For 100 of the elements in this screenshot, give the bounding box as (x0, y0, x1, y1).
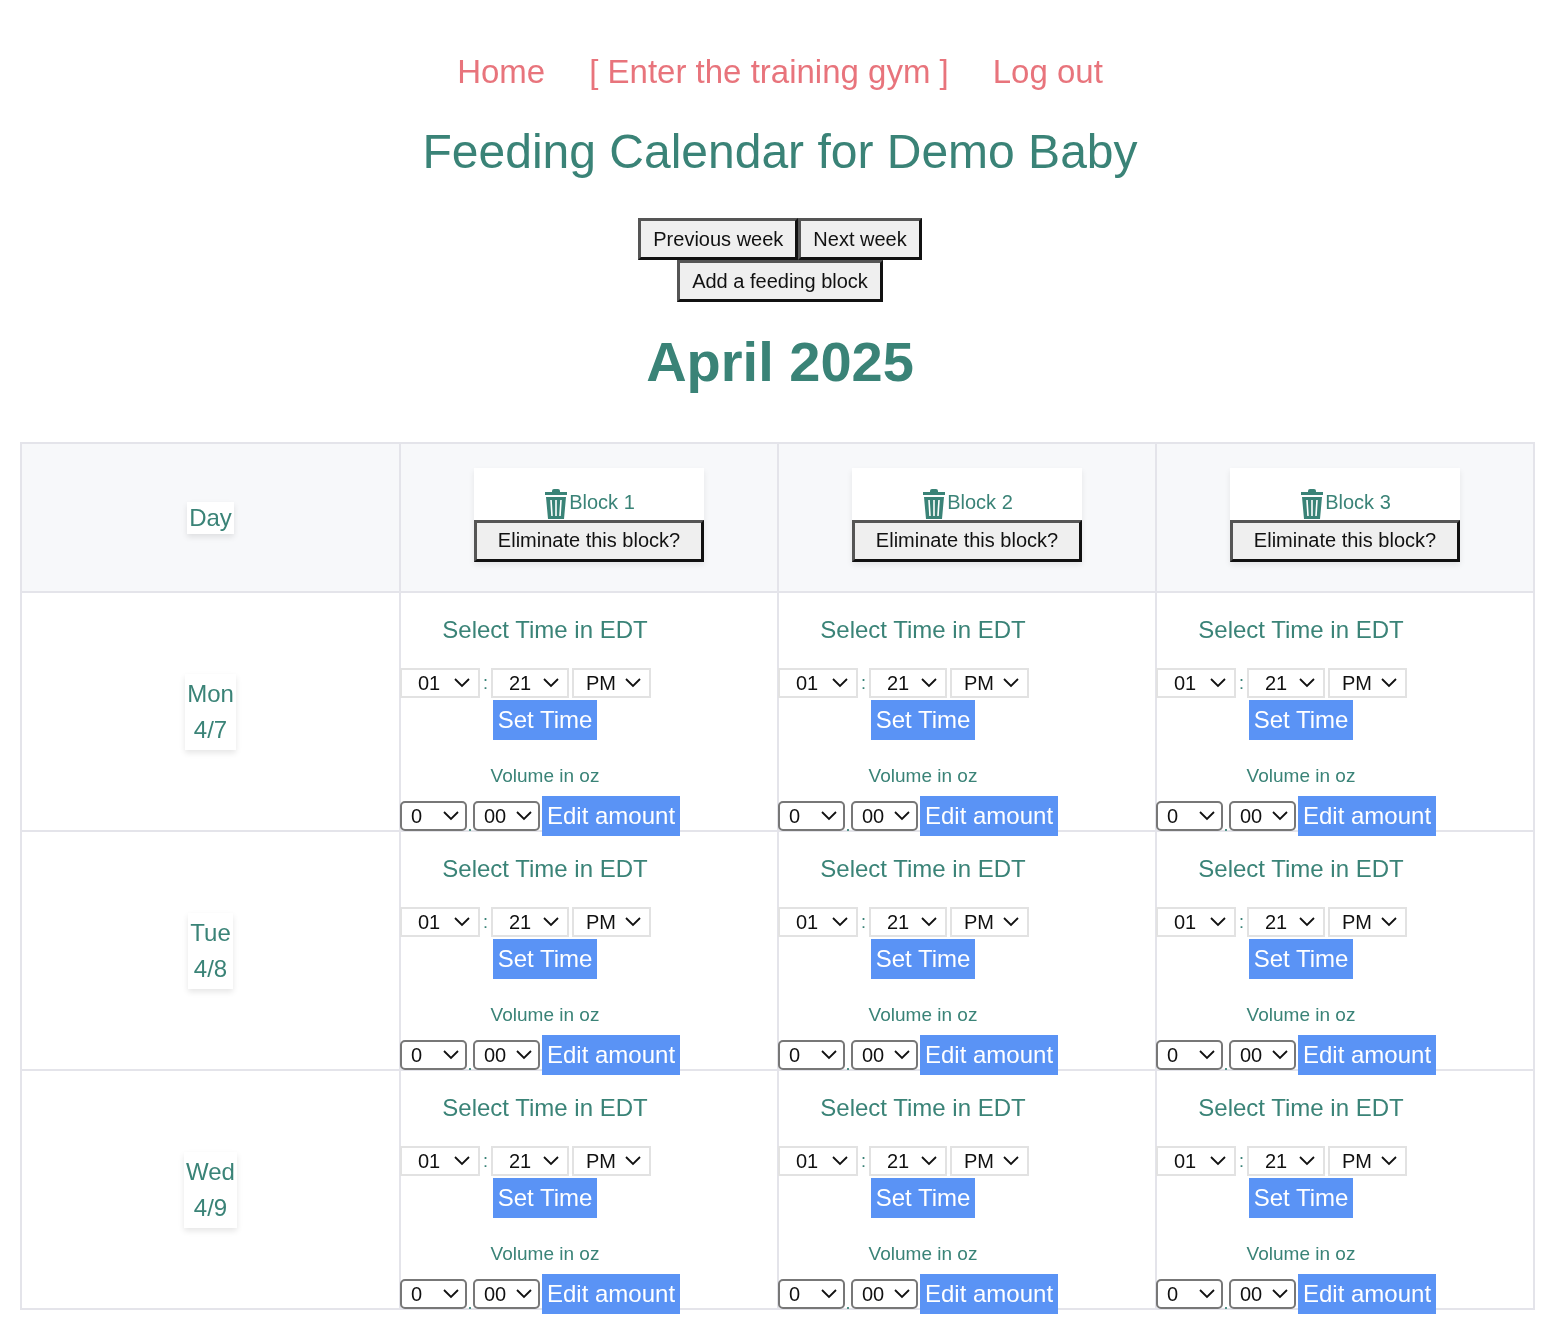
eliminate-block-button[interactable]: Eliminate this block? (1230, 519, 1460, 562)
meridiem-select[interactable]: PM (1328, 668, 1407, 698)
eliminate-block-button[interactable]: Eliminate this block? (852, 519, 1082, 562)
chevron-icon (1003, 1156, 1019, 1166)
hour-select[interactable]: 01 (778, 1146, 858, 1176)
fraction-select[interactable]: 00 (473, 801, 540, 831)
meridiem-select[interactable]: PM (572, 1146, 651, 1176)
time-label: Select Time in EDT (1197, 1093, 1405, 1123)
time-separator: : (860, 672, 867, 694)
day-header: Day (187, 501, 234, 534)
hour-select[interactable]: 01 (1156, 907, 1236, 937)
trash-icon[interactable] (1299, 487, 1326, 520)
chevron-icon (516, 1289, 532, 1299)
fraction-select[interactable]: 00 (851, 1040, 918, 1070)
minute-select[interactable]: 21 (1247, 1146, 1325, 1176)
trash-icon[interactable] (543, 487, 570, 520)
add-block-button[interactable]: Add a feeding block (677, 260, 883, 302)
hour-select[interactable]: 01 (778, 668, 858, 698)
chevron-icon (625, 917, 641, 927)
day-label: Wed 4/9 (184, 1151, 237, 1228)
chevron-icon (821, 1289, 837, 1299)
volume-separator: . (467, 815, 473, 836)
eliminate-block-button[interactable]: Eliminate this block? (474, 519, 704, 562)
chevron-icon (443, 811, 459, 821)
time-label: Select Time in EDT (819, 1093, 1027, 1123)
minute-select[interactable]: 21 (491, 1146, 569, 1176)
meridiem-select[interactable]: PM (950, 907, 1029, 937)
time-separator: : (1238, 672, 1245, 694)
volume-label: Volume in oz (867, 1003, 979, 1027)
chevron-icon (1381, 1156, 1397, 1166)
fraction-select[interactable]: 00 (851, 1279, 918, 1309)
chevron-icon (543, 678, 559, 688)
week-button[interactable]: Previous week (638, 218, 799, 260)
hour-select[interactable]: 01 (778, 907, 858, 937)
ounce-select[interactable]: 0 (1156, 1040, 1223, 1070)
volume-label: Volume in oz (1245, 1003, 1357, 1027)
trash-icon[interactable] (921, 487, 948, 520)
hour-select[interactable]: 01 (400, 907, 480, 937)
minute-select[interactable]: 21 (1247, 907, 1325, 937)
meridiem-select[interactable]: PM (950, 668, 1029, 698)
chevron-icon (454, 1156, 470, 1166)
page-title: Feeding Calendar for Demo Baby (422, 124, 1138, 180)
volume-label: Volume in oz (489, 764, 601, 788)
minute-select[interactable]: 21 (869, 668, 947, 698)
day-label: Tue 4/8 (188, 912, 233, 989)
hour-select[interactable]: 01 (1156, 668, 1236, 698)
time-label: Select Time in EDT (441, 854, 649, 884)
chevron-icon (1381, 678, 1397, 688)
meridiem-select[interactable]: PM (572, 668, 651, 698)
meridiem-select[interactable]: PM (950, 1146, 1029, 1176)
time-separator: : (860, 911, 867, 933)
minute-select[interactable]: 21 (1247, 668, 1325, 698)
chevron-icon (543, 917, 559, 927)
fraction-select[interactable]: 00 (473, 1040, 540, 1070)
ounce-select[interactable]: 0 (1156, 801, 1223, 831)
volume-separator: . (467, 1293, 473, 1314)
fraction-select[interactable]: 00 (473, 1279, 540, 1309)
chevron-icon (1210, 678, 1226, 688)
fraction-select[interactable]: 00 (1229, 1279, 1296, 1309)
ounce-select[interactable]: 0 (400, 1040, 467, 1070)
chevron-icon (443, 1050, 459, 1060)
meridiem-select[interactable]: PM (572, 907, 651, 937)
fraction-select[interactable]: 00 (851, 801, 918, 831)
chevron-icon (821, 811, 837, 821)
chevron-icon (832, 678, 848, 688)
fraction-select[interactable]: 00 (1229, 801, 1296, 831)
meridiem-select[interactable]: PM (1328, 1146, 1407, 1176)
volume-label: Volume in oz (867, 764, 979, 788)
chevron-icon (832, 917, 848, 927)
minute-select[interactable]: 21 (491, 907, 569, 937)
chevron-icon (921, 1156, 937, 1166)
minute-select[interactable]: 21 (491, 668, 569, 698)
minute-select[interactable]: 21 (869, 1146, 947, 1176)
chevron-icon (832, 1156, 848, 1166)
time-label: Select Time in EDT (1197, 854, 1405, 884)
hour-select[interactable]: 01 (400, 668, 480, 698)
chevron-icon (1210, 917, 1226, 927)
volume-separator: . (845, 1293, 851, 1314)
volume-separator: . (1223, 815, 1229, 836)
chevron-icon (625, 678, 641, 688)
meridiem-select[interactable]: PM (1328, 907, 1407, 937)
volume-separator: . (467, 1054, 473, 1075)
hour-select[interactable]: 01 (1156, 1146, 1236, 1176)
time-separator: : (482, 1150, 489, 1172)
time-separator: : (1238, 1150, 1245, 1172)
ounce-select[interactable]: 0 (778, 1279, 845, 1309)
week-button[interactable]: Next week (798, 218, 922, 260)
ounce-select[interactable]: 0 (400, 801, 467, 831)
ounce-select[interactable]: 0 (400, 1279, 467, 1309)
ounce-select[interactable]: 0 (1156, 1279, 1223, 1309)
ounce-select[interactable]: 0 (778, 1040, 845, 1070)
hour-select[interactable]: 01 (400, 1146, 480, 1176)
minute-select[interactable]: 21 (869, 907, 947, 937)
chevron-icon (543, 1156, 559, 1166)
chevron-icon (1199, 1289, 1215, 1299)
block-label: Block 3 (1325, 490, 1391, 514)
fraction-select[interactable]: 00 (1229, 1040, 1296, 1070)
ounce-select[interactable]: 0 (778, 801, 845, 831)
month-heading: April 2025 (646, 329, 914, 395)
chevron-icon (1299, 917, 1315, 927)
